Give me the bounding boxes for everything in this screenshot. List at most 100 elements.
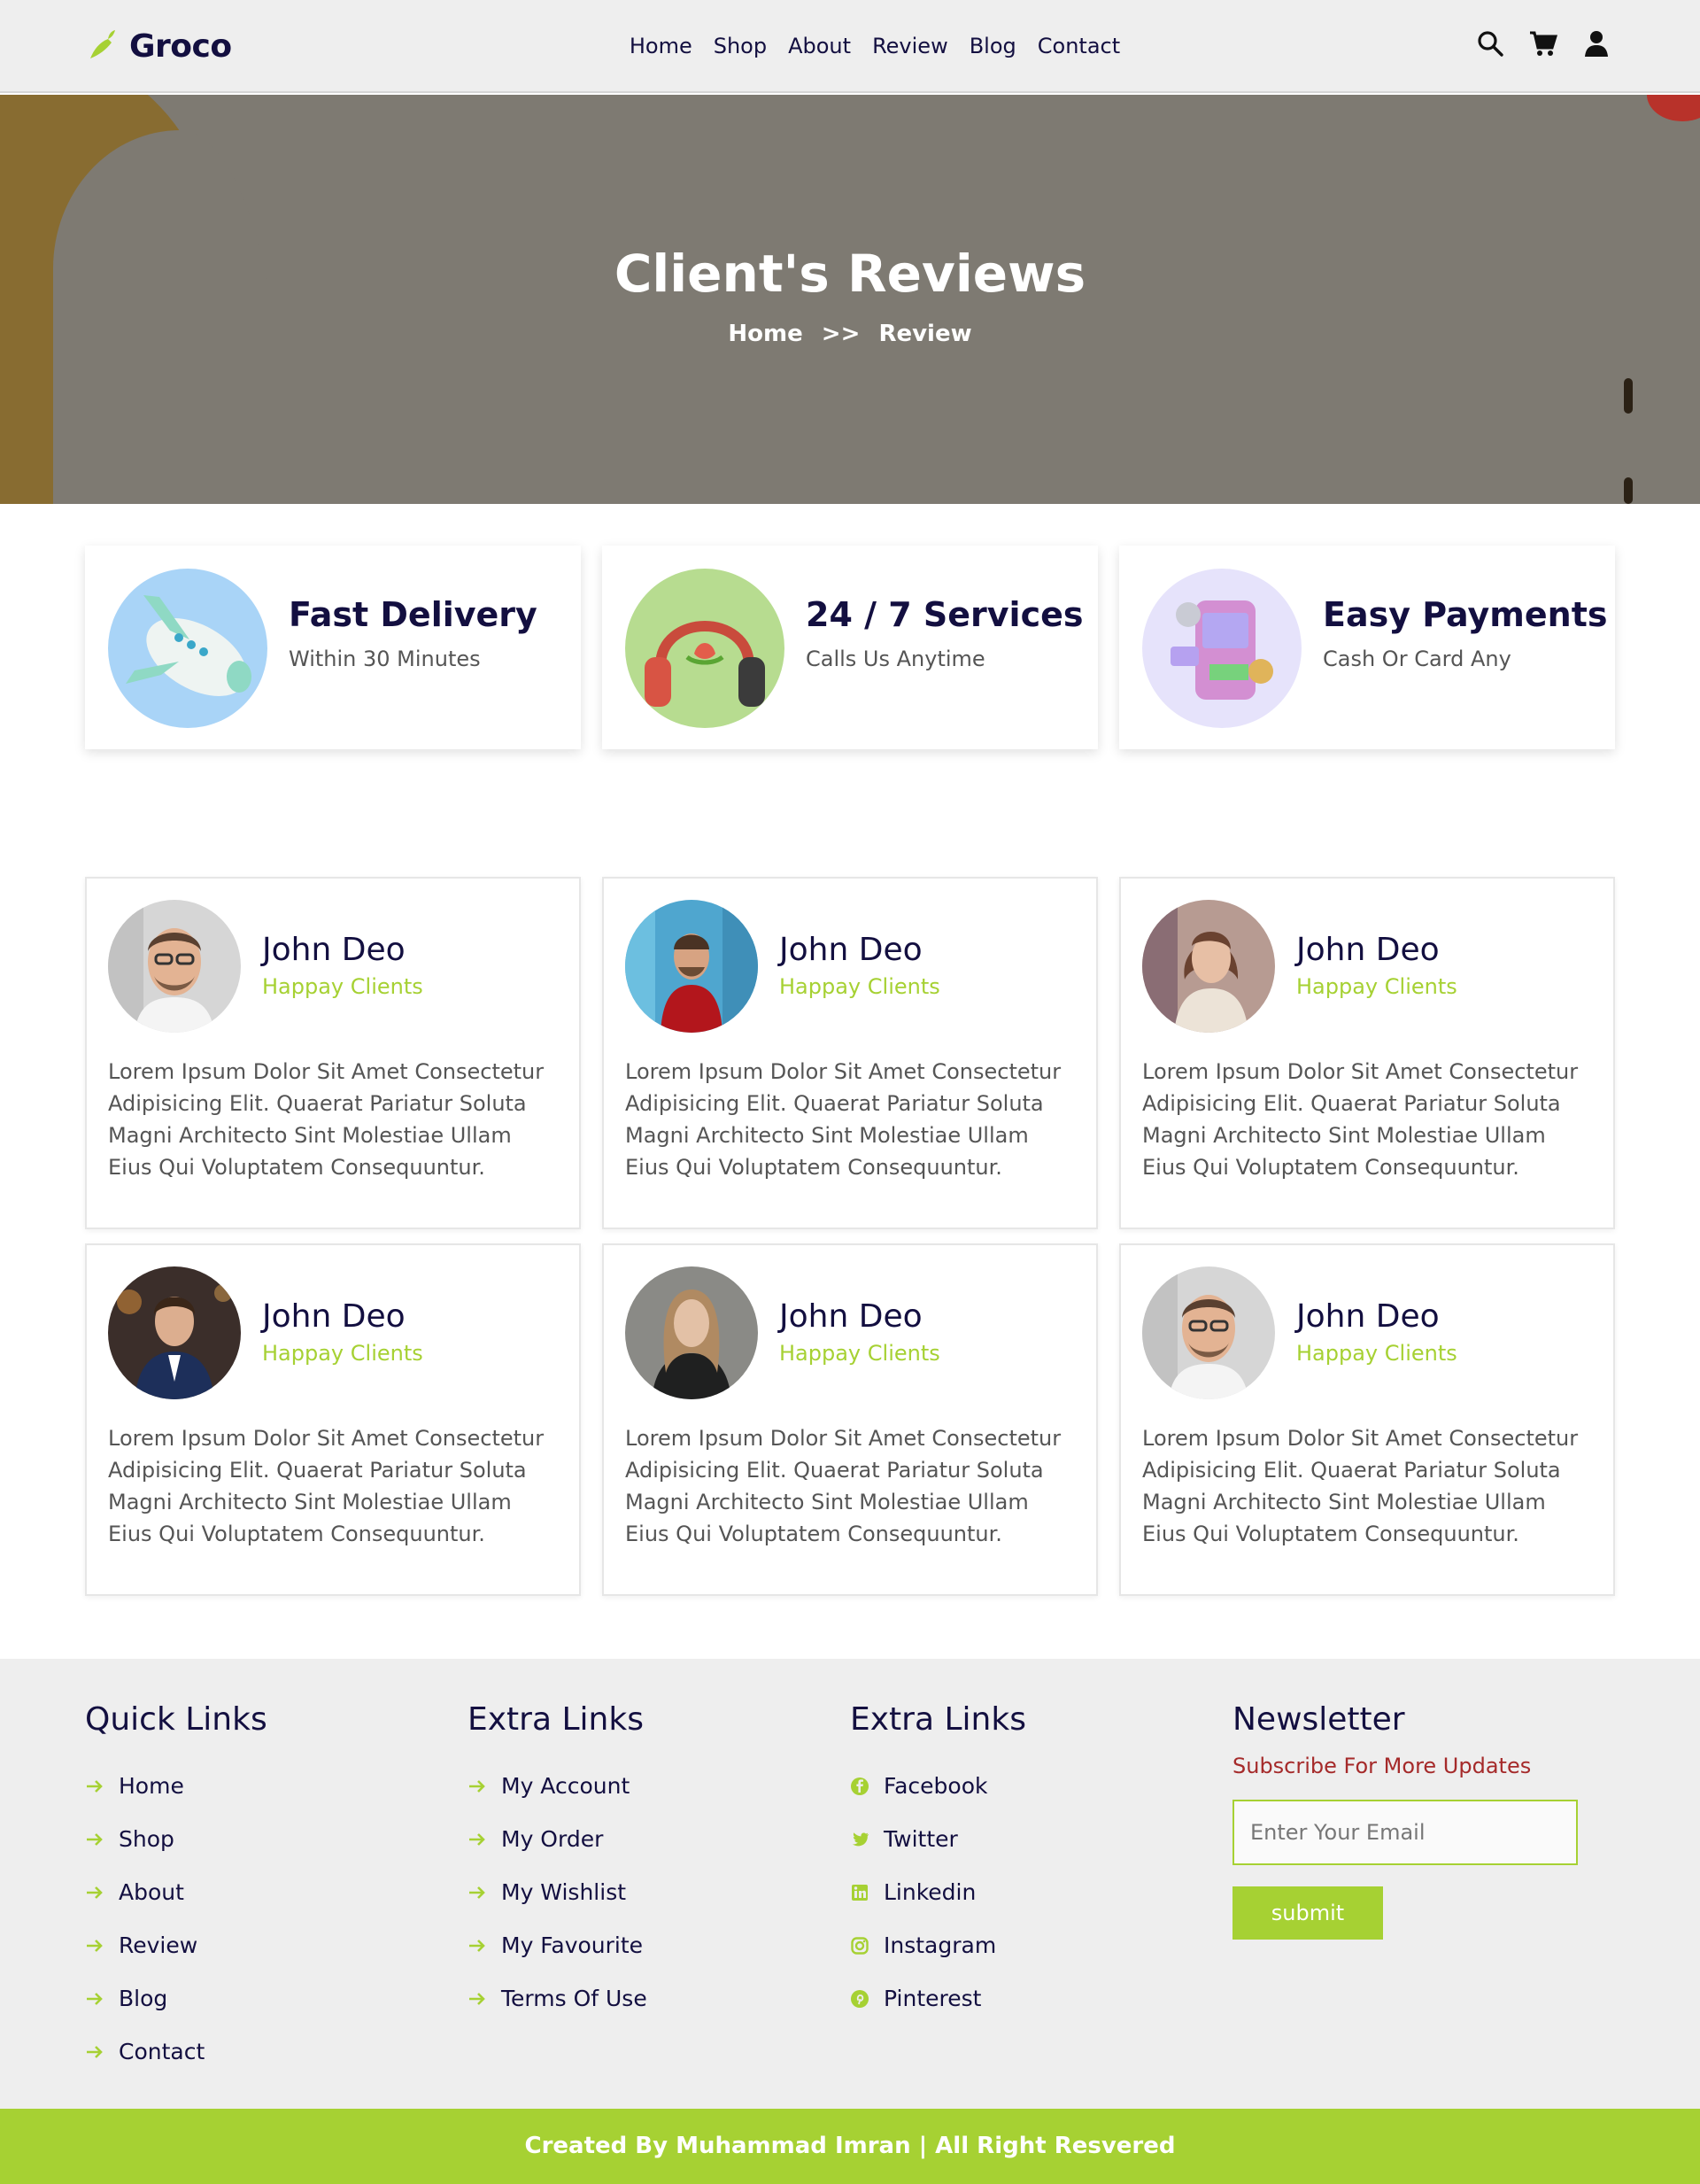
footer-link-label: My Wishlist [501, 1878, 627, 1905]
breadcrumb-current: Review [878, 321, 972, 347]
reviewer-role: Happay Clients [262, 974, 423, 999]
footer-link-blog[interactable]: Blog [85, 1971, 267, 2025]
reviews-grid: John Deo Happay Clients Lorem Ipsum Dolo… [85, 877, 1615, 1596]
facebook-icon [850, 1776, 869, 1795]
breadcrumb-home[interactable]: Home [728, 321, 802, 347]
review-card: John Deo Happay Clients Lorem Ipsum Dolo… [85, 877, 581, 1229]
instagram-icon [850, 1935, 869, 1955]
feature-subtitle: Within 30 Minutes [289, 647, 481, 671]
reviewer-name: John Deo [1296, 932, 1440, 968]
footer-link-review[interactable]: Review [85, 1918, 267, 1971]
footer-link-label: Instagram [884, 1932, 997, 1958]
footer-link-shop[interactable]: Shop [85, 1812, 267, 1865]
footer-link-label: About [119, 1878, 184, 1905]
reviewer-name: John Deo [262, 932, 406, 968]
review-text: Lorem Ipsum Dolor Sit Amet Consectetur A… [625, 1059, 1062, 1180]
credit-bar: Created By Muhammad Imran | All Right Re… [0, 2109, 1700, 2184]
review-text: Lorem Ipsum Dolor Sit Amet Consectetur A… [108, 1426, 545, 1546]
breadcrumb: Home >> Review [0, 321, 1700, 347]
review-text: Lorem Ipsum Dolor Sit Amet Consectetur A… [1142, 1426, 1579, 1546]
nav-about[interactable]: About [788, 34, 851, 58]
nav-shop[interactable]: Shop [714, 34, 767, 58]
footer-link-facebook[interactable]: Facebook [850, 1759, 1026, 1812]
footer-link-label: Shop [119, 1825, 174, 1852]
nav-review[interactable]: Review [872, 34, 948, 58]
footer-link-contact[interactable]: Contact [85, 2025, 267, 2078]
linkedin-icon [850, 1882, 869, 1901]
hero-decor-shape [53, 130, 283, 504]
footer-heading: Quick Links [85, 1701, 267, 1738]
user-icon[interactable] [1581, 28, 1611, 58]
arrow-right-icon [85, 1935, 104, 1955]
review-card: John Deo Happay Clients Lorem Ipsum Dolo… [602, 1243, 1098, 1596]
footer-newsletter: Newsletter Subscribe For More Updates En… [1232, 1701, 1578, 1940]
nav-blog[interactable]: Blog [970, 34, 1016, 58]
footer-link-linkedin[interactable]: Linkedin [850, 1865, 1026, 1918]
nav-contact[interactable]: Contact [1038, 34, 1120, 58]
arrow-right-icon [85, 1882, 104, 1901]
breadcrumb-separator: >> [821, 321, 861, 347]
arrow-right-icon [85, 2041, 104, 2061]
footer-link-label: Terms Of Use [501, 1985, 647, 2011]
footer-link-terms[interactable]: Terms Of Use [468, 1971, 647, 2025]
feature-title: Easy Payments [1323, 595, 1608, 634]
pinterest-icon [850, 1988, 869, 2008]
footer-heading: Extra Links [468, 1701, 644, 1738]
main-nav: Home Shop About Review Blog Contact [0, 34, 1700, 58]
email-field[interactable]: Enter Your Email [1232, 1800, 1578, 1865]
nav-home[interactable]: Home [630, 34, 692, 58]
review-text: Lorem Ipsum Dolor Sit Amet Consectetur A… [108, 1059, 545, 1180]
reviewer-name: John Deo [779, 1298, 923, 1335]
search-icon[interactable] [1475, 28, 1505, 58]
footer-link-label: Home [119, 1772, 184, 1799]
hero-decor-shape [1647, 95, 1700, 121]
feature-card: Fast Delivery Within 30 Minutes [85, 546, 581, 749]
footer-link-wishlist[interactable]: My Wishlist [468, 1865, 647, 1918]
page-title: Client's Reviews [614, 244, 1086, 304]
twitter-icon [850, 1829, 869, 1848]
footer-link-twitter[interactable]: Twitter [850, 1812, 1026, 1865]
avatar [108, 1266, 241, 1399]
arrow-right-icon [468, 1829, 487, 1848]
reviewer-role: Happay Clients [779, 974, 940, 999]
footer-link-label: My Favourite [501, 1932, 644, 1958]
arrow-right-icon [468, 1935, 487, 1955]
credit-text: Created By Muhammad Imran | All Right Re… [524, 2133, 1176, 2159]
submit-button[interactable]: submit [1232, 1886, 1383, 1940]
review-text: Lorem Ipsum Dolor Sit Amet Consectetur A… [625, 1426, 1062, 1546]
feature-subtitle: Cash Or Card Any [1323, 647, 1511, 671]
footer-extra-links: Extra Links My Account My Order My Wishl… [468, 1701, 647, 2025]
footer-social-links: Extra Links Facebook Twitter Linkedin In… [850, 1701, 1026, 2025]
arrow-right-icon [85, 1776, 104, 1795]
cart-icon[interactable] [1528, 28, 1558, 58]
footer-link-home[interactable]: Home [85, 1759, 267, 1812]
reviewer-name: John Deo [779, 932, 923, 968]
footer-link-order[interactable]: My Order [468, 1812, 647, 1865]
hero-decor-shape [1624, 477, 1633, 504]
site-header: Groco Home Shop About Review Blog Contac… [0, 0, 1700, 93]
footer-heading: Extra Links [850, 1701, 1026, 1738]
footer-link-favourite[interactable]: My Favourite [468, 1918, 647, 1971]
reviewer-role: Happay Clients [779, 1341, 940, 1366]
feature-card: Easy Payments Cash Or Card Any [1119, 546, 1615, 749]
footer-link-label: Pinterest [884, 1985, 982, 2011]
footer-link-label: My Account [501, 1772, 630, 1799]
site-footer: Quick Links Home Shop About Review Blog … [0, 1659, 1700, 2109]
footer-link-label: Contact [119, 2038, 205, 2064]
reviewer-name: John Deo [262, 1298, 406, 1335]
hero-decor-shape [1624, 378, 1633, 414]
footer-link-label: My Order [501, 1825, 604, 1852]
airplane-icon [108, 569, 267, 728]
review-card: John Deo Happay Clients Lorem Ipsum Dolo… [602, 877, 1098, 1229]
footer-link-instagram[interactable]: Instagram [850, 1918, 1026, 1971]
reviewer-name: John Deo [1296, 1298, 1440, 1335]
footer-link-pinterest[interactable]: Pinterest [850, 1971, 1026, 2025]
avatar [108, 900, 241, 1033]
arrow-right-icon [468, 1882, 487, 1901]
features-row: Fast Delivery Within 30 Minutes 24 / 7 S… [85, 546, 1615, 749]
reviewer-role: Happay Clients [262, 1341, 423, 1366]
feature-title: 24 / 7 Services [806, 595, 1084, 634]
footer-link-account[interactable]: My Account [468, 1759, 647, 1812]
avatar [1142, 1266, 1275, 1399]
footer-link-about[interactable]: About [85, 1865, 267, 1918]
